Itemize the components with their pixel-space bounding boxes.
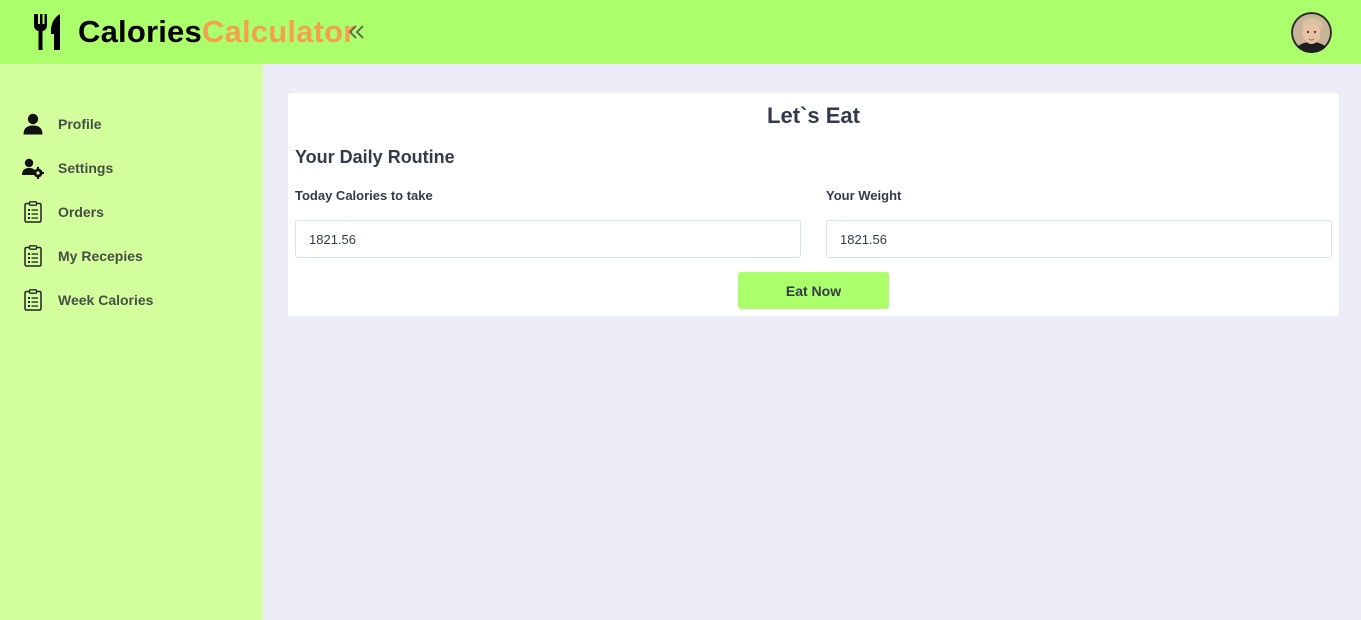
sidebar-item-label: Week Calories	[58, 292, 154, 308]
sidebar-item-profile[interactable]: Profile	[0, 102, 263, 146]
users-cog-icon	[22, 157, 44, 179]
eat-now-button[interactable]: Eat Now	[738, 272, 889, 309]
brand-title-part1: Calories	[78, 14, 202, 49]
sidebar: Profile Settings Orders My Recepies Week…	[0, 64, 263, 620]
weight-input[interactable]	[826, 220, 1332, 258]
sidebar-item-label: Profile	[58, 116, 102, 132]
sidebar-item-label: My Recepies	[58, 248, 143, 264]
sidebar-item-label: Settings	[58, 160, 114, 176]
user-avatar[interactable]	[1291, 12, 1332, 53]
sidebar-item-settings[interactable]: Settings	[0, 146, 263, 190]
user-icon	[22, 113, 44, 135]
clipboard-list-icon	[22, 289, 44, 311]
sidebar-nav: Profile Settings Orders My Recepies Week…	[0, 64, 263, 322]
sidebar-item-my-recepies[interactable]: My Recepies	[0, 234, 263, 278]
clipboard-list-icon	[22, 201, 44, 223]
fork-knife-icon	[34, 14, 60, 50]
daily-routine-card: Let`s Eat Your Daily Routine Today Calor…	[288, 93, 1339, 316]
brand-title: CaloriesCalculator	[78, 14, 356, 50]
page-title: Let`s Eat	[767, 103, 860, 128]
section-title: Your Daily Routine	[295, 147, 455, 167]
calories-label: Today Calories to take	[295, 188, 433, 203]
calories-input[interactable]	[295, 220, 801, 258]
top-bar: CaloriesCalculator	[0, 0, 1361, 64]
brand[interactable]: CaloriesCalculator	[32, 12, 356, 52]
brand-title-part2: Calculator	[201, 14, 356, 49]
double-chevron-left-icon	[348, 25, 364, 39]
sidebar-item-orders[interactable]: Orders	[0, 190, 263, 234]
weight-label: Your Weight	[826, 188, 902, 203]
sidebar-toggle-button[interactable]	[346, 20, 368, 44]
sidebar-item-label: Orders	[58, 204, 104, 220]
clipboard-list-icon	[22, 245, 44, 267]
avatar-image	[1291, 12, 1332, 53]
sidebar-item-week-calories[interactable]: Week Calories	[0, 278, 263, 322]
